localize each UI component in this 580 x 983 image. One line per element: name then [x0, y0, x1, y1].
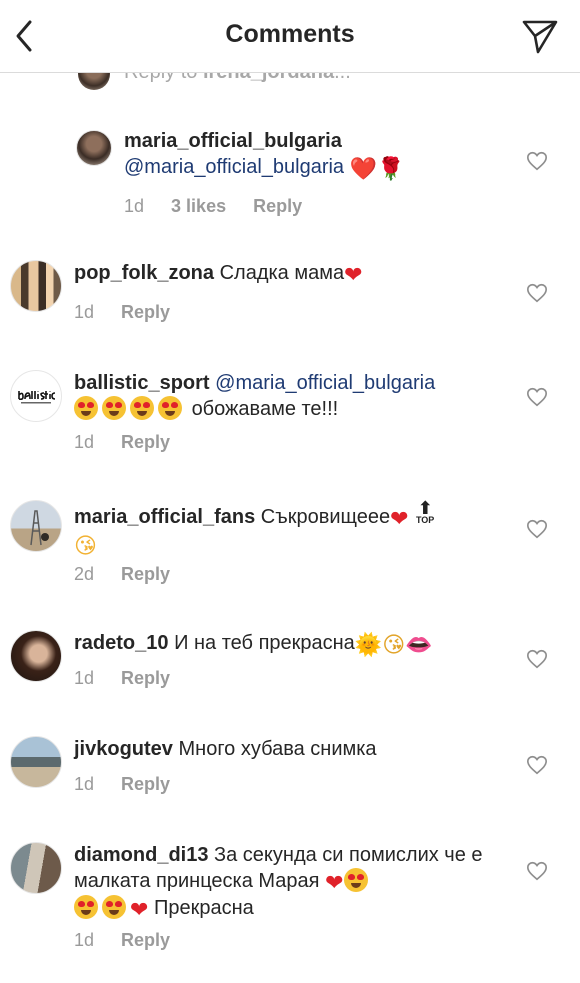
heart-eyes-emoji: [102, 895, 126, 919]
heart-emoji: ❤: [130, 898, 149, 923]
heart-emoji: ❤: [390, 507, 409, 532]
comment-time: 1d: [74, 774, 95, 794]
reply-button[interactable]: Reply: [121, 668, 170, 688]
like-heart-icon[interactable]: [526, 518, 548, 540]
reply-button[interactable]: Reply: [253, 196, 302, 216]
reply-ellipsis: ...: [334, 72, 351, 83]
reply-button[interactable]: Reply: [121, 432, 170, 452]
kiss-emoji: 😘: [74, 534, 97, 559]
comment-time: 1d: [74, 930, 95, 950]
avatar: [78, 72, 110, 90]
heart-emoji: ❤: [344, 263, 363, 288]
like-heart-icon[interactable]: [526, 860, 548, 882]
page-title: Comments: [225, 20, 355, 48]
comment-time: 2d: [74, 564, 95, 584]
header-bar: Comments: [0, 0, 580, 73]
comment-username[interactable]: maria_official_fans: [74, 506, 255, 528]
comment-time: 1d: [74, 302, 95, 322]
reply-button[interactable]: Reply: [121, 774, 170, 794]
heart-eyes-emoji: [343, 868, 368, 892]
comment-username[interactable]: jivkogutev: [74, 738, 173, 760]
comment-text-2: Прекрасна: [154, 897, 254, 919]
comment-time: 1d: [74, 668, 95, 688]
reply-button[interactable]: Reply: [121, 302, 170, 322]
ballistic-logo: [17, 389, 56, 404]
direct-send-icon[interactable]: [520, 16, 560, 56]
like-heart-icon[interactable]: [526, 282, 548, 304]
like-heart-icon[interactable]: [526, 150, 548, 172]
heart-eyes-emoji: [74, 895, 98, 919]
comment-text: Съкровищеее: [260, 506, 391, 528]
comment-likes[interactable]: 3 likes: [171, 196, 226, 216]
reply-prefix: Reply to: [124, 72, 203, 83]
comment-mention[interactable]: @maria_official_bulgaria: [124, 156, 344, 178]
heart-eyes-emoji: [130, 396, 154, 420]
comment-username[interactable]: maria_official_bulgaria: [124, 130, 342, 152]
heart-rose-emoji: ❤️🌹: [349, 157, 405, 182]
avatar[interactable]: [76, 130, 112, 166]
comment-text: обожаваме те!!!: [191, 398, 339, 420]
comment-text: И на теб прекрасна: [174, 632, 355, 654]
avatar[interactable]: [10, 842, 62, 894]
avatar[interactable]: [10, 260, 62, 312]
comment-username[interactable]: pop_folk_zona: [74, 262, 214, 284]
heart-eyes-emoji: [74, 396, 98, 420]
like-heart-icon[interactable]: [526, 648, 548, 670]
comment-text: Много хубава снимка: [178, 738, 377, 760]
heart-eyes-emoji: [158, 396, 182, 420]
comment-text: Сладка мама: [219, 262, 345, 284]
comment-time: 1d: [124, 196, 145, 216]
avatar[interactable]: [10, 500, 62, 552]
comment-time: 1d: [74, 432, 95, 452]
comment-username[interactable]: diamond_di13: [74, 844, 208, 866]
heart-eyes-emoji: [102, 396, 126, 420]
sun-kiss-lips-emoji: 🌞😘👄: [354, 633, 433, 658]
reply-target: irena_jordana: [202, 72, 335, 83]
eiffel-tower-icon: [30, 510, 49, 546]
avatar[interactable]: [10, 630, 62, 682]
comment-username[interactable]: ballistic_sport: [74, 372, 210, 394]
avatar[interactable]: [10, 370, 62, 422]
like-heart-icon[interactable]: [526, 754, 548, 776]
like-heart-icon[interactable]: [526, 386, 548, 408]
avatar[interactable]: [10, 736, 62, 788]
comment-mention[interactable]: @maria_official_bulgaria: [215, 372, 435, 394]
top-arrow-icon: ⬆ TOP: [415, 498, 435, 525]
reply-button[interactable]: Reply: [121, 930, 170, 950]
top-label: TOP: [415, 515, 435, 525]
reply-button[interactable]: Reply: [121, 564, 170, 584]
comment-username[interactable]: radeto_10: [74, 632, 169, 654]
heart-emoji: ❤: [325, 871, 344, 896]
comments-list[interactable]: Reply to irena_jordana... maria_official…: [0, 72, 580, 983]
